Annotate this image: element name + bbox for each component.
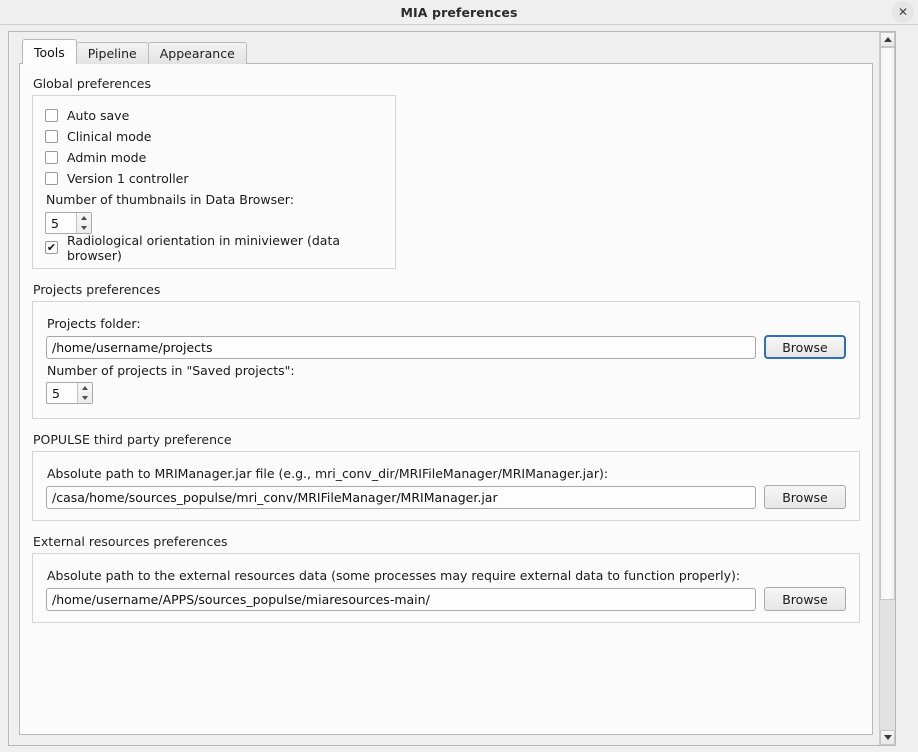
- mrimanager-path-row: /casa/home/sources_populse/mri_conv/MRIF…: [46, 485, 846, 509]
- scrollbar-thumb[interactable]: [880, 47, 895, 601]
- populse-preferences-title: POPULSE third party preference: [33, 432, 232, 447]
- external-resources-path-label: Absolute path to the external resources …: [47, 568, 741, 583]
- checkbox-row-clinical-mode[interactable]: Clinical mode: [45, 126, 383, 147]
- saved-projects-spinbox[interactable]: 5: [46, 382, 93, 404]
- global-preferences-box: Auto save Clinical mode Admin mode Versi…: [32, 95, 396, 269]
- projects-folder-browse-button[interactable]: Browse: [764, 335, 846, 359]
- tab-tools-label: Tools: [34, 44, 65, 60]
- checkbox-row-radiological-orientation[interactable]: Radiological orientation in miniviewer (…: [45, 233, 383, 263]
- mrimanager-path-label: Absolute path to MRIManager.jar file (e.…: [47, 466, 609, 481]
- projects-folder-label: Projects folder:: [47, 316, 141, 331]
- window-body: Tools Pipeline Appearance Global prefere…: [0, 25, 918, 752]
- tab-tools[interactable]: Tools: [22, 39, 77, 64]
- saved-projects-label: Number of projects in "Saved projects":: [47, 363, 295, 378]
- saved-projects-spinbox-value[interactable]: 5: [47, 383, 77, 403]
- projects-folder-row: /home/username/projects Browse: [46, 335, 846, 359]
- clinical-mode-label: Clinical mode: [67, 129, 152, 144]
- scrollbar-track[interactable]: [880, 47, 895, 730]
- tab-appearance-label: Appearance: [159, 46, 235, 61]
- projects-preferences-title: Projects preferences: [33, 282, 161, 297]
- vertical-scrollbar[interactable]: [879, 32, 895, 745]
- radiological-orientation-label: Radiological orientation in miniviewer (…: [67, 232, 341, 263]
- populse-preferences-box: Absolute path to MRIManager.jar file (e.…: [32, 451, 860, 521]
- external-resources-path-row: /home/username/APPS/sources_populse/miar…: [46, 587, 846, 611]
- projects-folder-input[interactable]: /home/username/projects: [46, 335, 756, 359]
- close-icon[interactable]: ✕: [892, 1, 914, 23]
- tab-bar: Tools Pipeline Appearance: [19, 39, 873, 64]
- version-1-controller-checkbox[interactable]: [45, 172, 58, 185]
- thumbnails-spin-up-icon[interactable]: [77, 213, 91, 223]
- thumbnails-spin-buttons: [76, 213, 91, 233]
- thumbnails-spinbox[interactable]: 5: [45, 212, 92, 234]
- window-titlebar: MIA preferences ✕: [0, 0, 918, 25]
- auto-save-label: Auto save: [67, 108, 130, 123]
- external-resources-path-input[interactable]: /home/username/APPS/sources_populse/miar…: [46, 587, 756, 611]
- checkbox-row-auto-save[interactable]: Auto save: [45, 105, 383, 126]
- projects-preferences-box: Projects folder: /home/username/projects…: [32, 301, 860, 419]
- thumbnails-spinbox-value[interactable]: 5: [46, 213, 76, 233]
- populse-preferences-group: POPULSE third party preference Absolute …: [32, 432, 860, 521]
- checkbox-row-version-1-controller[interactable]: Version 1 controller: [45, 168, 383, 189]
- external-resources-box: Absolute path to the external resources …: [32, 553, 860, 623]
- external-resources-group: External resources preferences Absolute …: [32, 534, 860, 623]
- radiological-orientation-checkbox[interactable]: [45, 241, 58, 254]
- tab-pipeline[interactable]: Pipeline: [75, 42, 149, 64]
- mrimanager-path-input[interactable]: /casa/home/sources_populse/mri_conv/MRIF…: [46, 485, 756, 509]
- version-1-controller-label: Version 1 controller: [67, 171, 189, 186]
- auto-save-checkbox[interactable]: [45, 109, 58, 122]
- projects-preferences-group: Projects preferences Projects folder: /h…: [32, 282, 860, 419]
- global-preferences-group: Global preferences Auto save Clinical mo…: [32, 76, 860, 269]
- tab-appearance[interactable]: Appearance: [147, 42, 247, 64]
- thumbnails-spin-down-icon[interactable]: [77, 223, 91, 233]
- tab-pipeline-label: Pipeline: [87, 46, 137, 61]
- preferences-frame: Tools Pipeline Appearance Global prefere…: [8, 31, 896, 746]
- scroll-down-arrow-icon[interactable]: [880, 730, 895, 745]
- mrimanager-browse-button[interactable]: Browse: [764, 485, 846, 509]
- tools-tab-panel: Global preferences Auto save Clinical mo…: [19, 63, 873, 735]
- clinical-mode-checkbox[interactable]: [45, 130, 58, 143]
- saved-projects-spin-buttons: [77, 383, 92, 403]
- global-preferences-title: Global preferences: [33, 76, 151, 91]
- external-resources-browse-button[interactable]: Browse: [764, 587, 846, 611]
- external-resources-title: External resources preferences: [33, 534, 228, 549]
- thumbnails-label: Number of thumbnails in Data Browser:: [46, 192, 294, 207]
- scroll-content-area: Tools Pipeline Appearance Global prefere…: [9, 32, 879, 745]
- saved-projects-spin-down-icon[interactable]: [78, 393, 92, 403]
- admin-mode-checkbox[interactable]: [45, 151, 58, 164]
- admin-mode-label: Admin mode: [67, 150, 147, 165]
- saved-projects-spin-up-icon[interactable]: [78, 383, 92, 393]
- window-title: MIA preferences: [400, 4, 518, 20]
- checkbox-row-admin-mode[interactable]: Admin mode: [45, 147, 383, 168]
- scroll-up-arrow-icon[interactable]: [880, 32, 895, 47]
